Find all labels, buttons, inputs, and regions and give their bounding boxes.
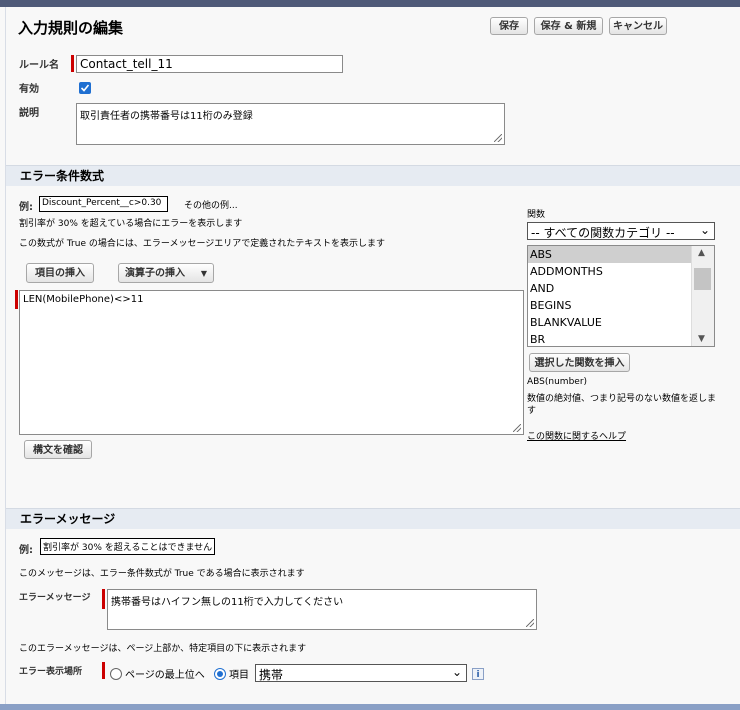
message-example-label: 例: [19,545,33,556]
insert-operator-button[interactable]: 演算子の挿入 ▼ [118,263,214,283]
required-marker [15,290,18,309]
required-marker [102,662,105,679]
description-text: 取引責任者の携帯番号は11桁のみ登録 [80,111,253,122]
resize-handle-icon[interactable] [513,424,521,432]
function-help-link[interactable]: この関数に関するヘルプ [527,429,626,442]
description-label: 説明 [19,108,39,119]
radio-field-label: 項目 [229,670,249,681]
check-syntax-button[interactable]: 構文を確認 [24,440,92,459]
radio-page-top[interactable] [110,668,122,680]
chevron-down-icon: ⌄ [451,665,462,679]
error-location-label: エラー表示場所 [19,667,83,677]
save-button[interactable]: 保存 [490,17,528,35]
field-select-value: 携帯 [259,668,284,682]
required-marker [102,589,105,609]
checkmark-icon [80,84,90,92]
formula-editor[interactable]: LEN(MobilePhone)<>11 [19,290,524,435]
field-select[interactable]: 携帯 ⌄ [255,664,467,682]
function-list-scrollbar[interactable]: ▲ ▼ [691,246,714,346]
insert-operator-label: 演算子の挿入 [125,268,185,279]
edit-page: 入力規則の編集 保存 保存 & 新規 キャンセル ルール名 Contact_te… [5,7,740,704]
location-desc: このエラーメッセージは、ページ上部か、特定項目の下に表示されます [19,644,307,654]
radio-field[interactable] [214,668,226,680]
description-textarea[interactable]: 取引責任者の携帯番号は11桁のみ登録 [76,103,505,145]
error-message-text: 携帯番号はハイフン無しの11桁で入力してください [111,597,344,608]
function-item[interactable]: AND [528,280,714,297]
function-category-select[interactable]: -- すべての関数カテゴリ -- ⌄ [527,222,715,240]
function-item[interactable]: ABS [528,246,714,263]
error-message-label: エラーメッセージ [19,593,91,603]
resize-handle-icon[interactable] [494,134,502,142]
section-message-title: エラーメッセージ [6,508,740,529]
section-formula-title: エラー条件数式 [6,165,740,186]
function-item[interactable]: ADDMONTHS [528,263,714,280]
cancel-button[interactable]: キャンセル [609,17,667,35]
rule-name-label: ルール名 [19,60,59,71]
top-bar [0,0,740,7]
function-signature: ABS(number) [527,377,588,387]
resize-handle-icon[interactable] [526,619,534,627]
chevron-down-icon: ⌄ [699,223,710,237]
function-description: 数値の絶対値、つまり記号のない数値を返します [527,394,717,416]
scroll-down-icon[interactable]: ▼ [698,334,705,344]
function-item[interactable]: BLANKVALUE [528,314,714,331]
required-marker [71,55,74,72]
page-title: 入力規則の編集 [18,19,124,37]
formula-text: LEN(MobilePhone)<>11 [23,294,144,305]
formula-true-desc: この数式が True の場合には、エラーメッセージエリアで定義されたテキストを表… [19,239,386,249]
scroll-up-icon[interactable]: ▲ [698,248,705,258]
more-examples-link[interactable]: その他の例... [184,198,238,211]
function-category-value: -- すべての関数カテゴリ -- [531,226,675,240]
function-list[interactable]: ABS ADDMONTHS AND BEGINS BLANKVALUE BR ▲… [527,245,715,347]
formula-example-label: 例: [19,202,33,213]
rule-name-input[interactable]: Contact_tell_11 [76,55,343,73]
scroll-thumb[interactable] [694,268,711,290]
function-item[interactable]: BEGINS [528,297,714,314]
error-message-textarea[interactable]: 携帯番号はハイフン無しの11桁で入力してください [107,589,537,630]
formula-example-desc: 割引率が 30% を超えている場合にエラーを表示します [19,219,243,229]
bottom-bar [0,704,740,710]
message-desc: このメッセージは、エラー条件数式が True である場合に表示されます [19,569,305,579]
caret-down-icon: ▼ [200,269,207,278]
save-new-button[interactable]: 保存 & 新規 [534,17,603,35]
formula-example-value: Discount_Percent__c>0.30 [39,196,168,212]
active-label: 有効 [19,84,39,95]
info-icon[interactable]: i [472,668,484,680]
functions-label: 関数 [527,210,546,220]
active-checkbox[interactable] [79,82,91,94]
message-example-value: 割引率が 30% を超えることはできません [40,538,215,555]
insert-field-button[interactable]: 項目の挿入 [26,263,94,283]
function-item[interactable]: BR [528,331,714,348]
radio-page-top-label: ページの最上位へ [125,670,205,681]
insert-function-button[interactable]: 選択した関数を挿入 [529,353,630,372]
